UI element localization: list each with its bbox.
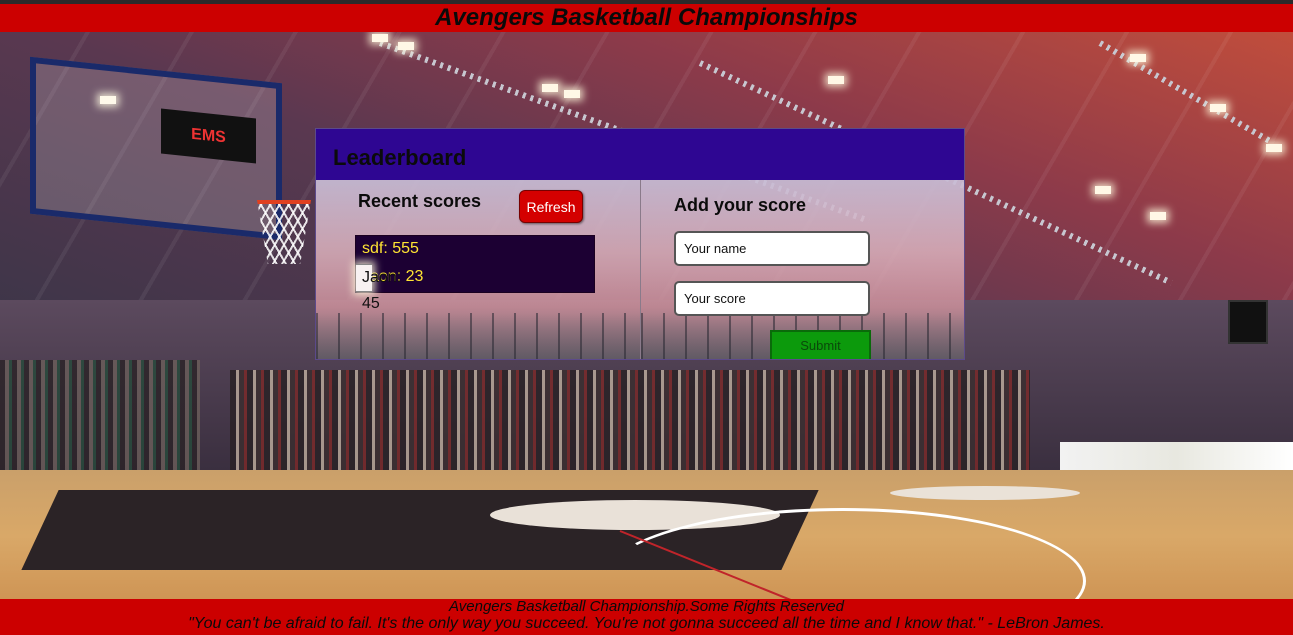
score-list-item: sdf: 555	[356, 236, 594, 264]
arena-scoreboard	[1228, 300, 1268, 344]
ceiling-light	[564, 90, 580, 98]
ceiling-light	[1095, 186, 1111, 194]
name-input[interactable]	[674, 231, 870, 266]
recent-scores-section: Recent scores Refresh sdf: 555 Jaon: 45 …	[316, 180, 641, 359]
court-circle	[890, 486, 1080, 500]
add-score-section: Add your score Submit	[641, 180, 964, 359]
leaderboard-panel: Leaderboard Recent scores Refresh sdf: 5…	[315, 128, 965, 360]
site-footer: Avengers Basketball Championship.Some Ri…	[0, 599, 1293, 635]
score-list-item: Jaon: 45	[356, 264, 401, 312]
submit-button[interactable]: Submit	[770, 330, 871, 359]
add-score-heading: Add your score	[674, 195, 807, 215]
decorative-fence	[316, 313, 640, 359]
ceiling-light	[1130, 54, 1146, 62]
site-title: Avengers Basketball Championships	[435, 4, 858, 31]
ceiling-light	[398, 42, 414, 50]
arena-stands	[0, 360, 200, 480]
backboard-logo: EMS	[161, 108, 256, 164]
refresh-button[interactable]: Refresh	[519, 190, 583, 223]
footer-rights: Avengers Basketball Championship.Some Ri…	[449, 598, 844, 615]
ceiling-light	[372, 34, 388, 42]
site-header: Avengers Basketball Championships	[0, 4, 1293, 32]
arena-crowd	[230, 370, 1030, 480]
leaderboard-header: Leaderboard	[316, 129, 964, 180]
score-input[interactable]	[674, 281, 870, 316]
footer-quote: "You can't be afraid to fail. It's the o…	[188, 615, 1105, 632]
ceiling-light	[1266, 144, 1282, 152]
ceiling-light	[1150, 212, 1166, 220]
basketball-backboard: EMS	[30, 56, 282, 241]
ceiling-light	[828, 76, 844, 84]
leaderboard-title: Leaderboard	[333, 145, 467, 170]
recent-scores-heading: Recent scores	[358, 191, 482, 211]
score-list: sdf: 555 Jaon: 45 Jaon: 23	[355, 235, 595, 312]
ceiling-light	[542, 84, 558, 92]
ceiling-light	[1210, 104, 1226, 112]
